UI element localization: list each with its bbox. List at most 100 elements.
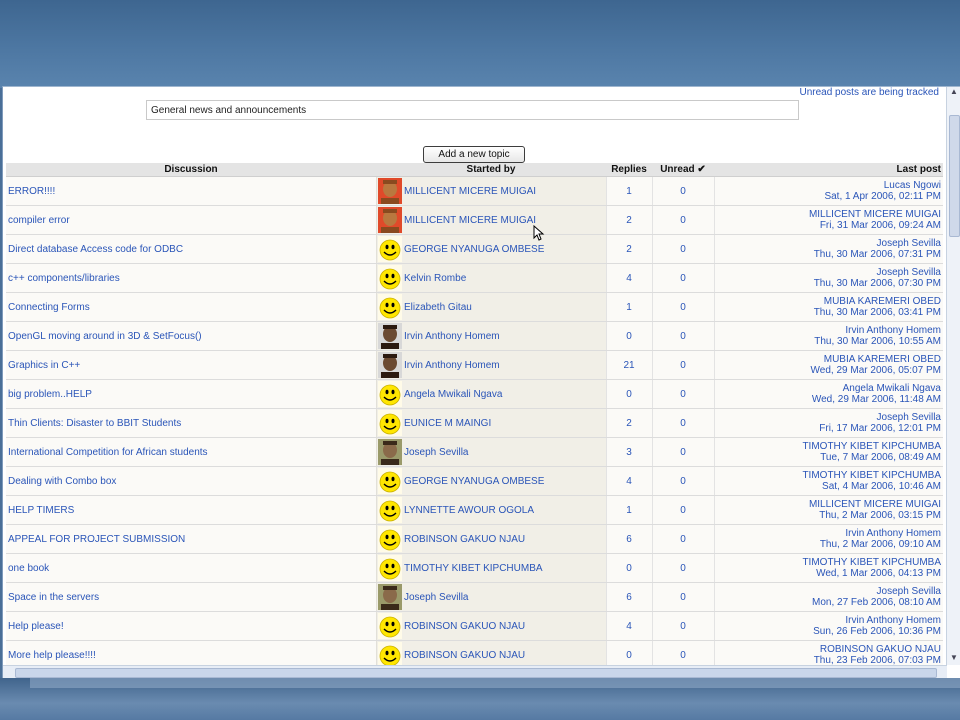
vertical-scroll-thumb[interactable] bbox=[949, 115, 960, 237]
started-by-link[interactable]: LYNNETTE AWOUR OGOLA bbox=[402, 495, 606, 525]
last-post-author-link[interactable]: Joseph Sevilla bbox=[717, 412, 941, 423]
unread-count[interactable]: 0 bbox=[651, 263, 714, 293]
last-post-author-link[interactable]: Lucas Ngowi bbox=[717, 180, 941, 191]
unread-count[interactable]: 0 bbox=[651, 582, 714, 612]
unread-count[interactable]: 0 bbox=[651, 524, 714, 554]
last-post-date-link[interactable]: Thu, 30 Mar 2006, 03:41 PM bbox=[717, 307, 941, 318]
started-by-link[interactable]: Kelvin Rombe bbox=[402, 263, 606, 293]
avatar[interactable] bbox=[375, 437, 402, 467]
unread-count[interactable]: 0 bbox=[651, 408, 714, 438]
unread-count[interactable]: 0 bbox=[651, 350, 714, 380]
started-by-link[interactable]: TIMOTHY KIBET KIPCHUMBA bbox=[402, 553, 606, 583]
avatar[interactable] bbox=[375, 379, 402, 409]
started-by-link[interactable]: GEORGE NYANUGA OMBESE bbox=[402, 466, 606, 496]
last-post-author-link[interactable]: Joseph Sevilla bbox=[717, 238, 941, 249]
discussion-link[interactable]: OpenGL moving around in 3D & SetFocus() bbox=[6, 321, 376, 351]
unread-count[interactable]: 0 bbox=[651, 234, 714, 264]
discussion-link[interactable]: APPEAL FOR PROJECT SUBMISSION bbox=[6, 524, 376, 554]
last-post-date-link[interactable]: Sat, 1 Apr 2006, 02:11 PM bbox=[717, 191, 941, 202]
last-post-author-link[interactable]: Irvin Anthony Homem bbox=[717, 528, 941, 539]
last-post-author-link[interactable]: MUBIA KAREMERI OBED bbox=[717, 296, 941, 307]
avatar[interactable] bbox=[375, 176, 402, 206]
last-post-author-link[interactable]: MILLICENT MICERE MUIGAI bbox=[717, 499, 941, 510]
last-post-date-link[interactable]: Thu, 30 Mar 2006, 07:30 PM bbox=[717, 278, 941, 289]
unread-count[interactable]: 0 bbox=[651, 379, 714, 409]
discussion-link[interactable]: one book bbox=[6, 553, 376, 583]
avatar[interactable] bbox=[375, 292, 402, 322]
avatar[interactable] bbox=[375, 321, 402, 351]
discussion-link[interactable]: Space in the servers bbox=[6, 582, 376, 612]
discussion-link[interactable]: compiler error bbox=[6, 205, 376, 235]
last-post-date-link[interactable]: Sat, 4 Mar 2006, 10:46 AM bbox=[717, 481, 941, 492]
last-post-date-link[interactable]: Thu, 30 Mar 2006, 07:31 PM bbox=[717, 249, 941, 260]
avatar[interactable] bbox=[375, 234, 402, 264]
avatar[interactable] bbox=[375, 582, 402, 612]
scroll-down-icon[interactable]: ▼ bbox=[948, 653, 960, 665]
started-by-link[interactable]: Angela Mwikali Ngava bbox=[402, 379, 606, 409]
last-post-date-link[interactable]: Wed, 29 Mar 2006, 11:48 AM bbox=[717, 394, 941, 405]
unread-count[interactable]: 0 bbox=[651, 437, 714, 467]
last-post-date-link[interactable]: Fri, 31 Mar 2006, 09:24 AM bbox=[717, 220, 941, 231]
add-topic-button[interactable]: Add a new topic bbox=[423, 146, 525, 163]
started-by-link[interactable]: EUNICE M MAINGI bbox=[402, 408, 606, 438]
last-post-author-link[interactable]: TIMOTHY KIBET KIPCHUMBA bbox=[717, 470, 941, 481]
last-post-date-link[interactable]: Thu, 30 Mar 2006, 10:55 AM bbox=[717, 336, 941, 347]
scroll-up-icon[interactable]: ▲ bbox=[948, 87, 960, 99]
last-post-author-link[interactable]: Irvin Anthony Homem bbox=[717, 615, 941, 626]
vertical-scrollbar[interactable]: ▲ ▼ bbox=[946, 87, 960, 665]
unread-count[interactable]: 0 bbox=[651, 611, 714, 641]
avatar[interactable] bbox=[375, 495, 402, 525]
discussion-link[interactable]: Graphics in C++ bbox=[6, 350, 376, 380]
unread-count[interactable]: 0 bbox=[651, 553, 714, 583]
last-post-date-link[interactable]: Sun, 26 Feb 2006, 10:36 PM bbox=[717, 626, 941, 637]
discussion-link[interactable]: Dealing with Combo box bbox=[6, 466, 376, 496]
started-by-link[interactable]: Irvin Anthony Homem bbox=[402, 321, 606, 351]
last-post-author-link[interactable]: Joseph Sevilla bbox=[717, 267, 941, 278]
last-post-author-link[interactable]: TIMOTHY KIBET KIPCHUMBA bbox=[717, 441, 941, 452]
last-post-author-link[interactable]: ROBINSON GAKUO NJAU bbox=[717, 644, 941, 655]
started-by-link[interactable]: GEORGE NYANUGA OMBESE bbox=[402, 234, 606, 264]
last-post-author-link[interactable]: MILLICENT MICERE MUIGAI bbox=[717, 209, 941, 220]
started-by-link[interactable]: Elizabeth Gitau bbox=[402, 292, 606, 322]
avatar[interactable] bbox=[375, 524, 402, 554]
avatar[interactable] bbox=[375, 408, 402, 438]
discussion-link[interactable]: Help please! bbox=[6, 611, 376, 641]
unread-count[interactable]: 0 bbox=[651, 321, 714, 351]
discussion-link[interactable]: c++ components/libraries bbox=[6, 263, 376, 293]
last-post-date-link[interactable]: Tue, 7 Mar 2006, 08:49 AM bbox=[717, 452, 941, 463]
horizontal-scrollbar[interactable] bbox=[3, 665, 947, 679]
discussion-link[interactable]: Direct database Access code for ODBC bbox=[6, 234, 376, 264]
avatar[interactable] bbox=[375, 263, 402, 293]
last-post-date-link[interactable]: Mon, 27 Feb 2006, 08:10 AM bbox=[717, 597, 941, 608]
started-by-link[interactable]: Joseph Sevilla bbox=[402, 582, 606, 612]
last-post-date-link[interactable]: Wed, 29 Mar 2006, 05:07 PM bbox=[717, 365, 941, 376]
discussion-link[interactable]: HELP TIMERS bbox=[6, 495, 376, 525]
last-post-author-link[interactable]: Angela Mwikali Ngava bbox=[717, 383, 941, 394]
discussion-link[interactable]: ERROR!!!! bbox=[6, 176, 376, 206]
discussion-link[interactable]: big problem..HELP bbox=[6, 379, 376, 409]
unread-count[interactable]: 0 bbox=[651, 176, 714, 206]
last-post-date-link[interactable]: Fri, 17 Mar 2006, 12:01 PM bbox=[717, 423, 941, 434]
last-post-date-link[interactable]: Wed, 1 Mar 2006, 04:13 PM bbox=[717, 568, 941, 579]
last-post-author-link[interactable]: Joseph Sevilla bbox=[717, 586, 941, 597]
last-post-author-link[interactable]: MUBIA KAREMERI OBED bbox=[717, 354, 941, 365]
started-by-link[interactable]: ROBINSON GAKUO NJAU bbox=[402, 611, 606, 641]
started-by-link[interactable]: ROBINSON GAKUO NJAU bbox=[402, 524, 606, 554]
avatar[interactable] bbox=[375, 205, 402, 235]
unread-count[interactable]: 0 bbox=[651, 292, 714, 322]
started-by-link[interactable]: Joseph Sevilla bbox=[402, 437, 606, 467]
last-post-date-link[interactable]: Thu, 2 Mar 2006, 09:10 AM bbox=[717, 539, 941, 550]
horizontal-scroll-thumb[interactable] bbox=[15, 668, 937, 678]
discussion-link[interactable]: Thin Clients: Disaster to BBIT Students bbox=[6, 408, 376, 438]
last-post-author-link[interactable]: Irvin Anthony Homem bbox=[717, 325, 941, 336]
tracking-note-link[interactable]: Unread posts are being tracked bbox=[799, 87, 939, 98]
started-by-link[interactable]: MILLICENT MICERE MUIGAI bbox=[402, 176, 606, 206]
unread-count[interactable]: 0 bbox=[651, 205, 714, 235]
last-post-date-link[interactable]: Thu, 2 Mar 2006, 03:15 PM bbox=[717, 510, 941, 521]
discussion-link[interactable]: International Competition for African st… bbox=[6, 437, 376, 467]
unread-count[interactable]: 0 bbox=[651, 495, 714, 525]
avatar[interactable] bbox=[375, 350, 402, 380]
started-by-link[interactable]: MILLICENT MICERE MUIGAI bbox=[402, 205, 606, 235]
started-by-link[interactable]: Irvin Anthony Homem bbox=[402, 350, 606, 380]
discussion-link[interactable]: Connecting Forms bbox=[6, 292, 376, 322]
